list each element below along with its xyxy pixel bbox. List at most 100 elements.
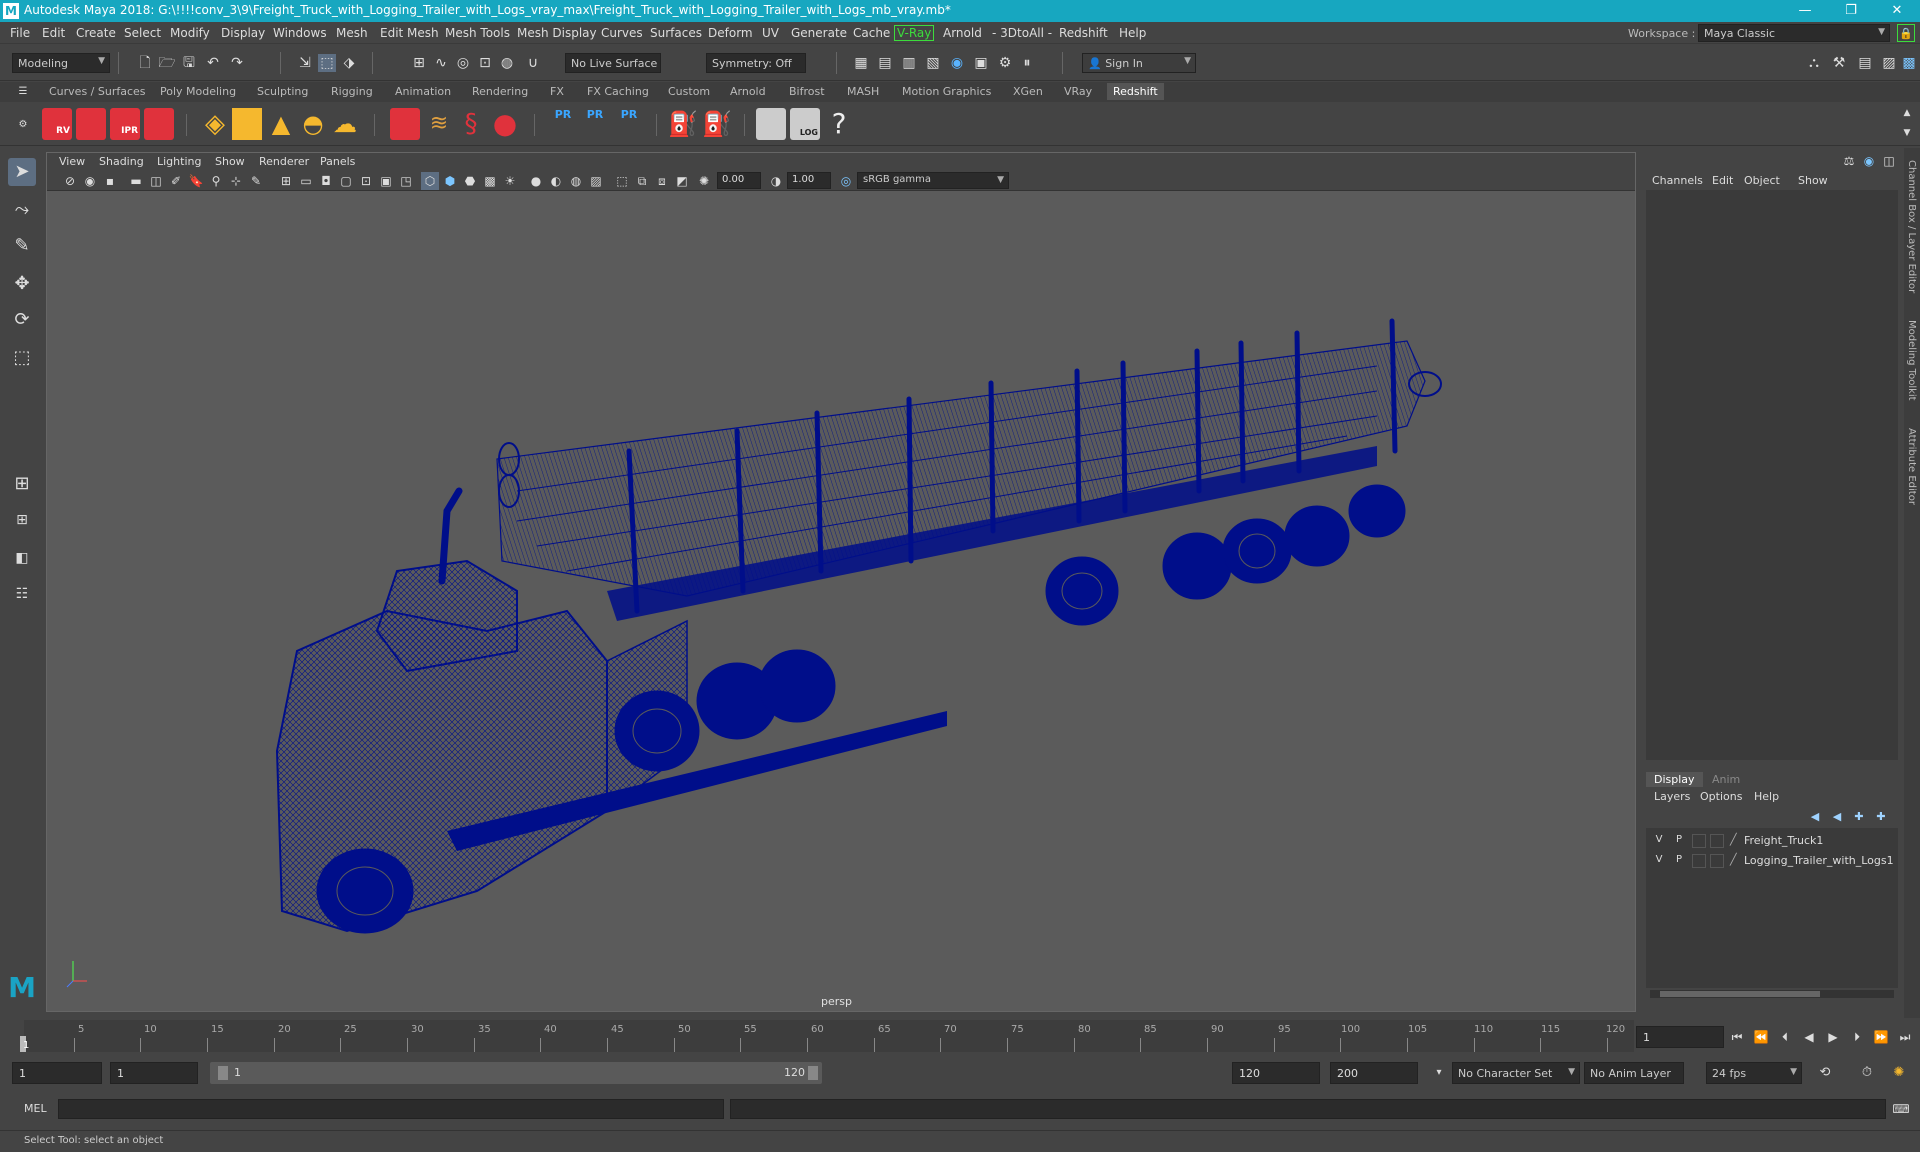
attribute-editor-icon[interactable]: ⚒ xyxy=(1830,54,1848,72)
menu-help[interactable]: Help xyxy=(1119,26,1146,40)
camera-bookmark-icon[interactable]: 🔖 xyxy=(187,172,205,190)
outliner-icon[interactable]: ☷ xyxy=(8,580,36,608)
modeling-toolkit-icon[interactable]: ⛬ xyxy=(1805,54,1823,72)
preferences-icon[interactable]: ✺ xyxy=(1890,1064,1908,1082)
lasso-tool-icon[interactable]: ⤳ xyxy=(8,196,36,224)
menu-redshift[interactable]: Redshift xyxy=(1059,26,1108,40)
grease-pencil-icon[interactable]: ✐ xyxy=(167,172,185,190)
render-settings-icon[interactable]: ▥ xyxy=(900,54,918,72)
redshift-spot-light-icon[interactable]: ▲ xyxy=(266,108,296,140)
open-scene-icon[interactable]: 🗁 xyxy=(158,54,176,72)
layer-editor-icon[interactable]: ▩ xyxy=(1900,54,1918,72)
maximize-button[interactable]: ❐ xyxy=(1828,0,1874,22)
move-layer-up-icon[interactable]: ◀ xyxy=(1806,808,1824,826)
undo-icon[interactable]: ↶ xyxy=(204,54,222,72)
viewport-menu-renderer[interactable]: Renderer xyxy=(259,155,309,168)
viewport-menu-panels[interactable]: Panels xyxy=(320,155,355,168)
redshift-light-icon[interactable]: ◈ xyxy=(200,108,230,140)
menu-edit[interactable]: Edit xyxy=(42,26,65,40)
resolution-gate-icon[interactable]: ◘ xyxy=(317,172,335,190)
new-scene-icon[interactable]: 🗋 xyxy=(136,54,154,72)
vray-frame-icon[interactable]: ▣ xyxy=(972,54,990,72)
gate-mask-icon[interactable]: ▢ xyxy=(337,172,355,190)
snap-view-icon[interactable]: ⊡ xyxy=(476,54,494,72)
snap-camera-icon[interactable]: ⚲ xyxy=(207,172,225,190)
menu-vray[interactable]: V-Ray xyxy=(894,25,935,41)
tab-anim[interactable]: Anim xyxy=(1712,773,1740,786)
sign-in-button[interactable]: 👤 Sign In ▼ xyxy=(1082,53,1196,73)
start-time-field[interactable]: 1 xyxy=(12,1062,102,1084)
shelf-tab-curves-surfaces[interactable]: Curves / Surfaces xyxy=(49,85,146,98)
shelf-tab-animation[interactable]: Animation xyxy=(395,85,451,98)
play-forward-icon[interactable]: ▶ xyxy=(1824,1028,1842,1046)
layer-type-toggle[interactable] xyxy=(1692,834,1706,848)
select-object-icon[interactable]: ⬚ xyxy=(318,54,336,72)
shelf-scroll-down-icon[interactable]: ▼ xyxy=(1898,124,1916,142)
layer-scrollbar[interactable] xyxy=(1650,990,1894,998)
redshift-bowl-icon[interactable]: ⛽ xyxy=(668,108,698,140)
close-button[interactable]: ✕ xyxy=(1874,0,1920,22)
shelf-tab-sculpting[interactable]: Sculpting xyxy=(257,85,308,98)
safe-title-icon[interactable]: ◳ xyxy=(397,172,415,190)
anim-layer-dropdown[interactable]: No Anim Layer xyxy=(1584,1062,1684,1084)
redshift-settings-icon[interactable] xyxy=(144,108,174,140)
channel-toggle-icon[interactable]: ⚖ xyxy=(1840,152,1858,170)
single-view-icon[interactable]: ⊞ xyxy=(8,470,36,498)
shelf-tab-arnold[interactable]: Arnold xyxy=(730,85,766,98)
save-scene-icon[interactable]: 🖫 xyxy=(180,54,198,72)
menu-curves[interactable]: Curves xyxy=(601,26,643,40)
viewport-menu-lighting[interactable]: Lighting xyxy=(157,155,201,168)
redshift-render-icon[interactable] xyxy=(76,108,106,140)
layer-playback-toggle[interactable]: P xyxy=(1672,834,1686,848)
shelf-tab-redshift[interactable]: Redshift xyxy=(1107,83,1164,100)
side-tab-attribute-editor[interactable]: Attribute Editor xyxy=(1906,428,1917,505)
xray-joints-icon[interactable]: ⧈ xyxy=(653,172,671,190)
redshift-dome-light-icon[interactable]: ◓ xyxy=(298,108,328,140)
menu-mesh[interactable]: Mesh xyxy=(336,26,368,40)
shelf-tab-rigging[interactable]: Rigging xyxy=(331,85,373,98)
current-frame-field[interactable]: 1 xyxy=(1636,1026,1724,1048)
move-tool-icon[interactable]: ✥ xyxy=(8,270,36,298)
menu-create[interactable]: Create xyxy=(76,26,116,40)
tab-edit[interactable]: Edit xyxy=(1712,174,1733,187)
attribute-toggle-icon[interactable]: ◫ xyxy=(1880,152,1898,170)
smooth-shade-icon[interactable]: ⬢ xyxy=(441,172,459,190)
menu-modify[interactable]: Modify xyxy=(170,26,210,40)
step-forward-frame-icon[interactable]: ⏵ xyxy=(1848,1028,1866,1046)
3d-scene[interactable]: persp xyxy=(47,191,1635,1011)
viewport-menu-show[interactable]: Show xyxy=(215,155,245,168)
vray-render-icon[interactable]: ◉ xyxy=(948,54,966,72)
shelf-settings-icon[interactable]: ⚙ xyxy=(14,116,32,134)
character-set-dropdown[interactable]: No Character Set ▼ xyxy=(1452,1062,1580,1084)
channel-box-icon[interactable]: ▨ xyxy=(1880,54,1898,72)
redshift-proxy-icon[interactable] xyxy=(390,108,420,140)
layers-menu[interactable]: Layers xyxy=(1654,790,1690,803)
select-component-icon[interactable]: ⬗ xyxy=(340,54,358,72)
mode-dropdown[interactable]: Modeling ▼ xyxy=(12,53,110,73)
shadows-icon[interactable]: ● xyxy=(527,172,545,190)
menu-arnold[interactable]: Arnold xyxy=(943,26,982,40)
gamma-icon[interactable]: ◑ xyxy=(767,172,785,190)
safe-action-icon[interactable]: ▣ xyxy=(377,172,395,190)
shelf-tab-fx[interactable]: FX xyxy=(550,85,564,98)
menu-3dtoall[interactable]: - 3DtoAll - xyxy=(992,26,1052,40)
menu-cache[interactable]: Cache xyxy=(853,26,890,40)
menu-generate[interactable]: Generate xyxy=(791,26,847,40)
render-frame-icon[interactable]: ▦ xyxy=(852,54,870,72)
layer-row[interactable]: V P ╱ Freight_Truck1 xyxy=(1650,832,1894,850)
redshift-sun-sky-icon[interactable]: ☁ xyxy=(330,108,360,140)
redshift-material-icon[interactable]: ● xyxy=(490,108,520,140)
layer-row[interactable]: V P ╱ Logging_Trailer_with_Logs1 xyxy=(1650,852,1894,870)
viewport-menu-view[interactable]: View xyxy=(59,155,85,168)
side-tab-channel-box[interactable]: Channel Box / Layer Editor xyxy=(1906,160,1917,293)
time-slider-track[interactable]: 5 10 15 20 25 30 35 40 45 50 55 60 65 70… xyxy=(20,1020,1634,1052)
select-hierarchy-icon[interactable]: ⇲ xyxy=(296,54,314,72)
step-back-frame-icon[interactable]: ⏴ xyxy=(1776,1028,1794,1046)
snap-curve-icon[interactable]: ∿ xyxy=(432,54,450,72)
shelf-tab-poly-modeling[interactable]: Poly Modeling xyxy=(160,85,236,98)
play-backward-icon[interactable]: ◀ xyxy=(1800,1028,1818,1046)
layer-visibility-toggle[interactable]: V xyxy=(1652,834,1666,848)
step-back-key-icon[interactable]: ⏪ xyxy=(1752,1028,1770,1046)
layer-name[interactable]: Freight_Truck1 xyxy=(1744,834,1823,847)
minimize-button[interactable]: — xyxy=(1782,0,1828,22)
